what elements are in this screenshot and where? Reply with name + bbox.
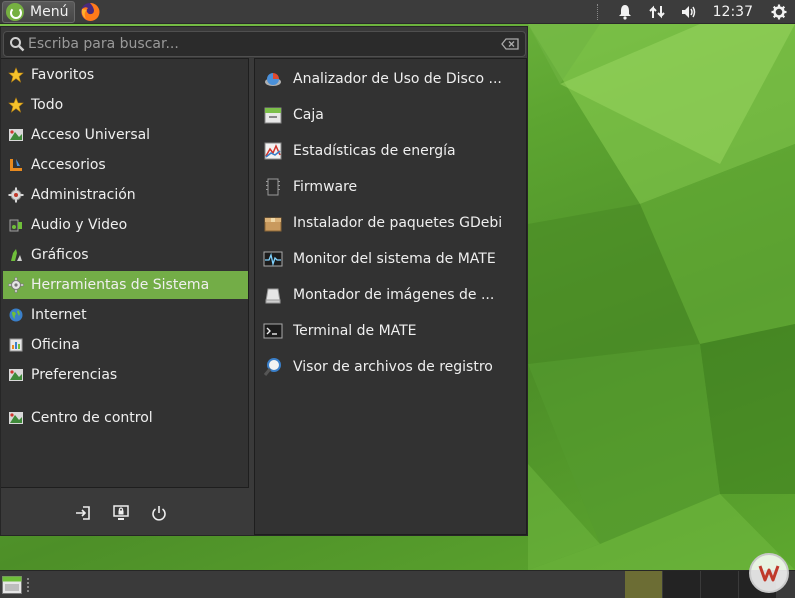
graphics-icon <box>7 246 25 264</box>
bottom-panel <box>0 570 795 598</box>
category-oficina[interactable]: Oficina <box>3 331 248 359</box>
app-label: Instalador de paquetes GDebi <box>293 215 503 231</box>
search-bar <box>3 31 526 57</box>
show-desktop-icon[interactable] <box>2 576 22 594</box>
category-label: Preferencias <box>31 367 118 383</box>
log-viewer-icon <box>261 355 285 379</box>
main-menu-button[interactable]: Menú <box>2 0 76 23</box>
category-herramientas-de-sistema[interactable]: Herramientas de Sistema <box>3 271 248 299</box>
category-label: Accesorios <box>31 157 106 173</box>
volume-icon[interactable] <box>678 1 700 23</box>
top-panel: Menú 12:37 <box>0 0 795 24</box>
panel-separator <box>596 4 599 20</box>
category-acceso-universal[interactable]: Acceso Universal <box>3 121 248 149</box>
app-log-viewer[interactable]: Visor de archivos de registro <box>259 350 524 384</box>
app-power-statistics[interactable]: Estadísticas de energía <box>259 134 524 168</box>
control-center-icon <box>7 409 25 427</box>
app-system-monitor[interactable]: Monitor del sistema de MATE <box>259 242 524 276</box>
globe-icon <box>7 306 25 324</box>
office-icon <box>7 336 25 354</box>
clear-search-icon[interactable] <box>499 34 521 54</box>
search-icon <box>6 33 28 55</box>
app-label: Visor de archivos de registro <box>293 359 493 375</box>
category-label: Internet <box>31 307 87 323</box>
app-label: Caja <box>293 107 324 123</box>
power-statistics-icon <box>261 139 285 163</box>
clock[interactable]: 12:37 <box>713 4 753 20</box>
category-audio-video[interactable]: Audio y Video <box>3 211 248 239</box>
search-input[interactable] <box>28 33 499 55</box>
category-internet[interactable]: Internet <box>3 301 248 329</box>
app-gdebi-installer[interactable]: Instalador de paquetes GDebi <box>259 206 524 240</box>
category-graficos[interactable]: Gráficos <box>3 241 248 269</box>
application-list: Analizador de Uso de Disco ... Caja Esta… <box>254 58 527 535</box>
file-manager-icon <box>261 103 285 127</box>
disk-usage-icon <box>261 67 285 91</box>
category-centro-de-control[interactable]: Centro de control <box>3 404 248 432</box>
category-accesorios[interactable]: Accesorios <box>3 151 248 179</box>
app-label: Analizador de Uso de Disco ... <box>293 71 502 87</box>
app-disk-image-mounter[interactable]: Montador de imágenes de ... <box>259 278 524 312</box>
administration-icon <box>7 186 25 204</box>
app-label: Estadísticas de energía <box>293 143 456 159</box>
mate-logo-icon <box>6 2 24 21</box>
main-menu-label: Menú <box>30 3 69 20</box>
system-monitor-icon <box>261 247 285 271</box>
package-installer-icon <box>261 211 285 235</box>
lock-screen-icon[interactable] <box>109 501 133 525</box>
category-list: Favoritos Todo Acceso Universal Accesori… <box>1 58 249 488</box>
category-label: Todo <box>31 97 64 113</box>
category-preferencias[interactable]: Preferencias <box>3 361 248 389</box>
gear-icon[interactable] <box>768 1 790 23</box>
workspace-3[interactable] <box>700 571 738 598</box>
category-favoritos[interactable]: Favoritos <box>3 61 248 89</box>
logout-icon[interactable] <box>71 501 95 525</box>
session-buttons <box>71 501 185 525</box>
category-todo[interactable]: Todo <box>3 91 248 119</box>
app-caja[interactable]: Caja <box>259 98 524 132</box>
workspace-1[interactable] <box>624 571 662 598</box>
bell-icon[interactable] <box>614 1 636 23</box>
category-label: Oficina <box>31 337 80 353</box>
star-icon <box>7 96 25 114</box>
workspace-switcher <box>624 571 776 598</box>
firefox-launcher-icon[interactable] <box>79 1 101 23</box>
panel-drag-handle[interactable] <box>27 578 30 592</box>
network-icon[interactable] <box>646 1 668 23</box>
disk-image-mounter-icon <box>261 283 285 307</box>
app-label: Monitor del sistema de MATE <box>293 251 496 267</box>
preferences-icon <box>7 366 25 384</box>
system-tools-icon <box>7 276 25 294</box>
category-label: Herramientas de Sistema <box>31 277 210 293</box>
app-terminal[interactable]: Terminal de MATE <box>259 314 524 348</box>
category-label: Acceso Universal <box>31 127 151 143</box>
app-label: Montador de imágenes de ... <box>293 287 495 303</box>
app-disk-usage-analyzer[interactable]: Analizador de Uso de Disco ... <box>259 62 524 96</box>
app-label: Firmware <box>293 179 358 195</box>
category-label: Gráficos <box>31 247 89 263</box>
category-label: Administración <box>31 187 136 203</box>
app-label: Terminal de MATE <box>293 323 417 339</box>
category-administracion[interactable]: Administración <box>3 181 248 209</box>
workspace-2[interactable] <box>662 571 700 598</box>
power-icon[interactable] <box>147 501 171 525</box>
firmware-icon <box>261 175 285 199</box>
multimedia-icon <box>7 216 25 234</box>
category-label: Favoritos <box>31 67 95 83</box>
category-label: Audio y Video <box>31 217 128 233</box>
accessories-icon <box>7 156 25 174</box>
accessibility-icon <box>7 126 25 144</box>
app-firmware[interactable]: Firmware <box>259 170 524 204</box>
category-label: Centro de control <box>31 410 153 426</box>
application-menu: Favoritos Todo Acceso Universal Accesori… <box>0 26 528 536</box>
workspace-4[interactable] <box>738 571 776 598</box>
star-icon <box>7 66 25 84</box>
system-tray: 12:37 <box>596 0 795 24</box>
terminal-icon <box>261 319 285 343</box>
